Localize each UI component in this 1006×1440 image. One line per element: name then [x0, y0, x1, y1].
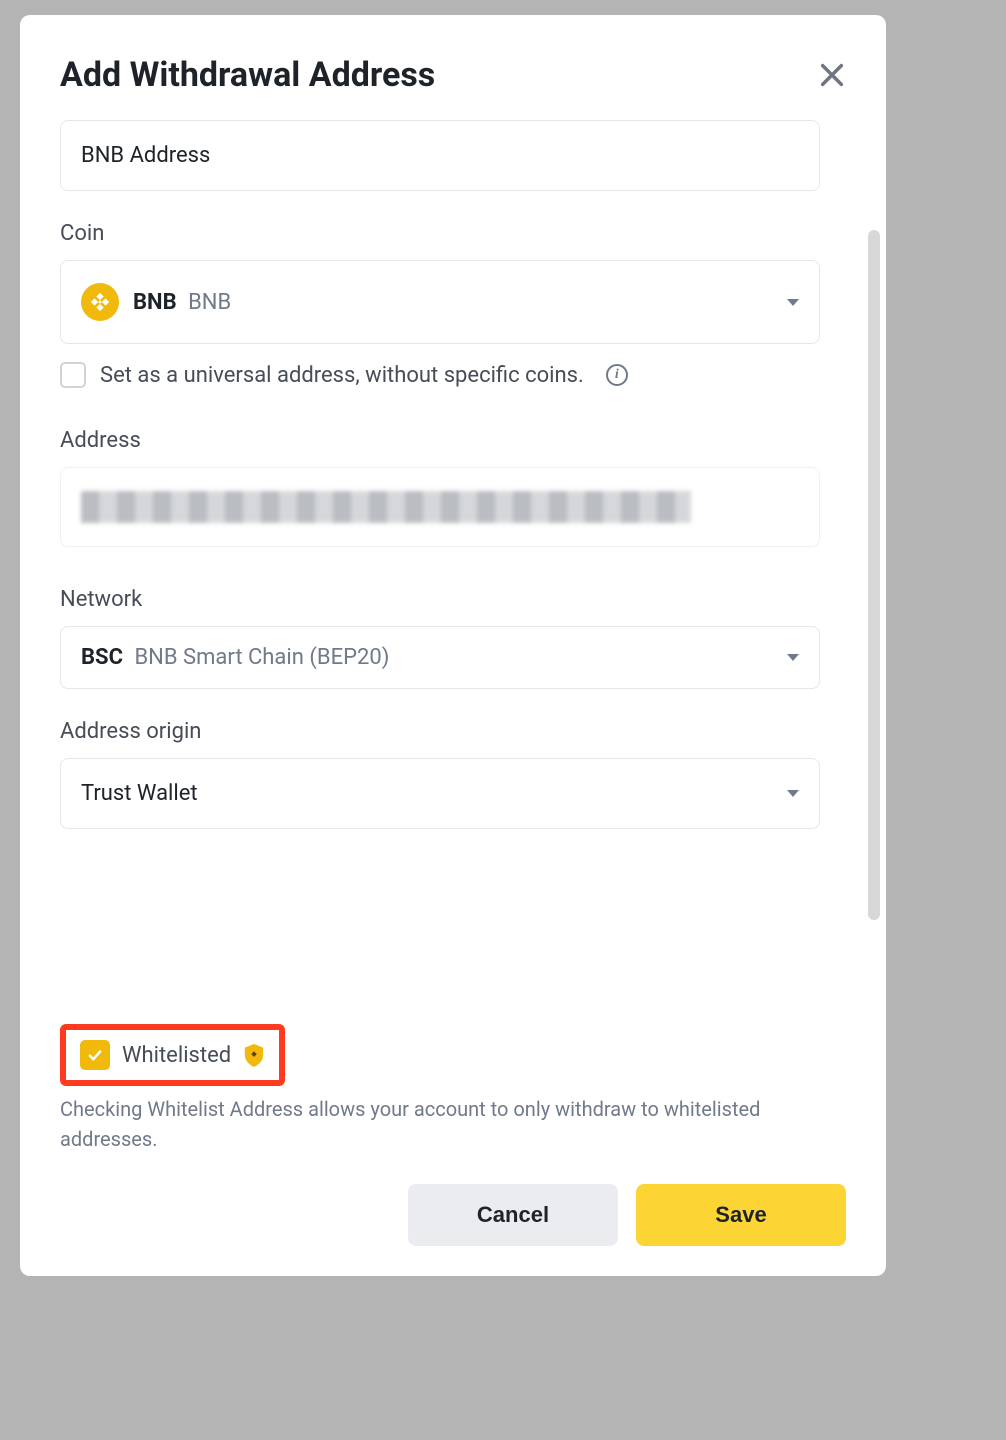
bnb-icon	[81, 283, 119, 321]
chevron-down-icon	[787, 299, 799, 306]
modal-footer: Cancel Save	[20, 1154, 886, 1246]
close-icon[interactable]	[818, 61, 846, 89]
whitelist-highlight: Whitelisted	[60, 1024, 285, 1086]
label-field-group: BNB Address	[60, 120, 846, 191]
add-withdrawal-address-modal: Add Withdrawal Address BNB Address Coin …	[20, 15, 886, 1276]
coin-field-group: Coin BNB BNB Set as a universal address,…	[60, 221, 846, 388]
address-label: Address	[60, 428, 846, 453]
origin-select[interactable]: Trust Wallet	[60, 758, 820, 829]
origin-field-group: Address origin Trust Wallet	[60, 719, 846, 829]
coin-symbol: BNB	[133, 290, 177, 315]
network-code: BSC	[81, 645, 123, 670]
universal-address-label: Set as a universal address, without spec…	[100, 363, 584, 388]
origin-value: Trust Wallet	[81, 781, 198, 806]
whitelist-checkbox[interactable]	[80, 1040, 110, 1070]
chevron-down-icon	[787, 654, 799, 661]
network-field-group: Network BSC BNB Smart Chain (BEP20)	[60, 587, 846, 689]
network-select[interactable]: BSC BNB Smart Chain (BEP20)	[60, 626, 820, 689]
address-label-input[interactable]: BNB Address	[60, 120, 820, 191]
modal-title: Add Withdrawal Address	[60, 55, 435, 95]
whitelist-section: Whitelisted Checking Whitelist Address a…	[20, 1024, 886, 1154]
cancel-button[interactable]: Cancel	[408, 1184, 618, 1246]
info-icon[interactable]: i	[606, 364, 628, 386]
scrollbar[interactable]	[868, 230, 880, 920]
address-field-group: Address	[60, 428, 846, 547]
coin-label: Coin	[60, 221, 846, 246]
shield-icon	[243, 1042, 265, 1068]
coin-select[interactable]: BNB BNB	[60, 260, 820, 344]
chevron-down-icon	[787, 790, 799, 797]
coin-name: BNB	[188, 290, 231, 315]
address-label-value: BNB Address	[81, 143, 210, 168]
universal-address-row: Set as a universal address, without spec…	[60, 362, 846, 388]
network-name: BNB Smart Chain (BEP20)	[134, 645, 389, 670]
address-redacted-value	[81, 491, 691, 523]
save-button[interactable]: Save	[636, 1184, 846, 1246]
modal-header: Add Withdrawal Address	[20, 55, 886, 120]
whitelist-description: Checking Whitelist Address allows your a…	[60, 1094, 800, 1154]
network-label: Network	[60, 587, 846, 612]
address-input[interactable]	[60, 467, 820, 547]
origin-label: Address origin	[60, 719, 846, 744]
whitelist-label: Whitelisted	[122, 1043, 231, 1068]
modal-body: BNB Address Coin BNB BNB Set a	[20, 120, 886, 1014]
universal-address-checkbox[interactable]	[60, 362, 86, 388]
